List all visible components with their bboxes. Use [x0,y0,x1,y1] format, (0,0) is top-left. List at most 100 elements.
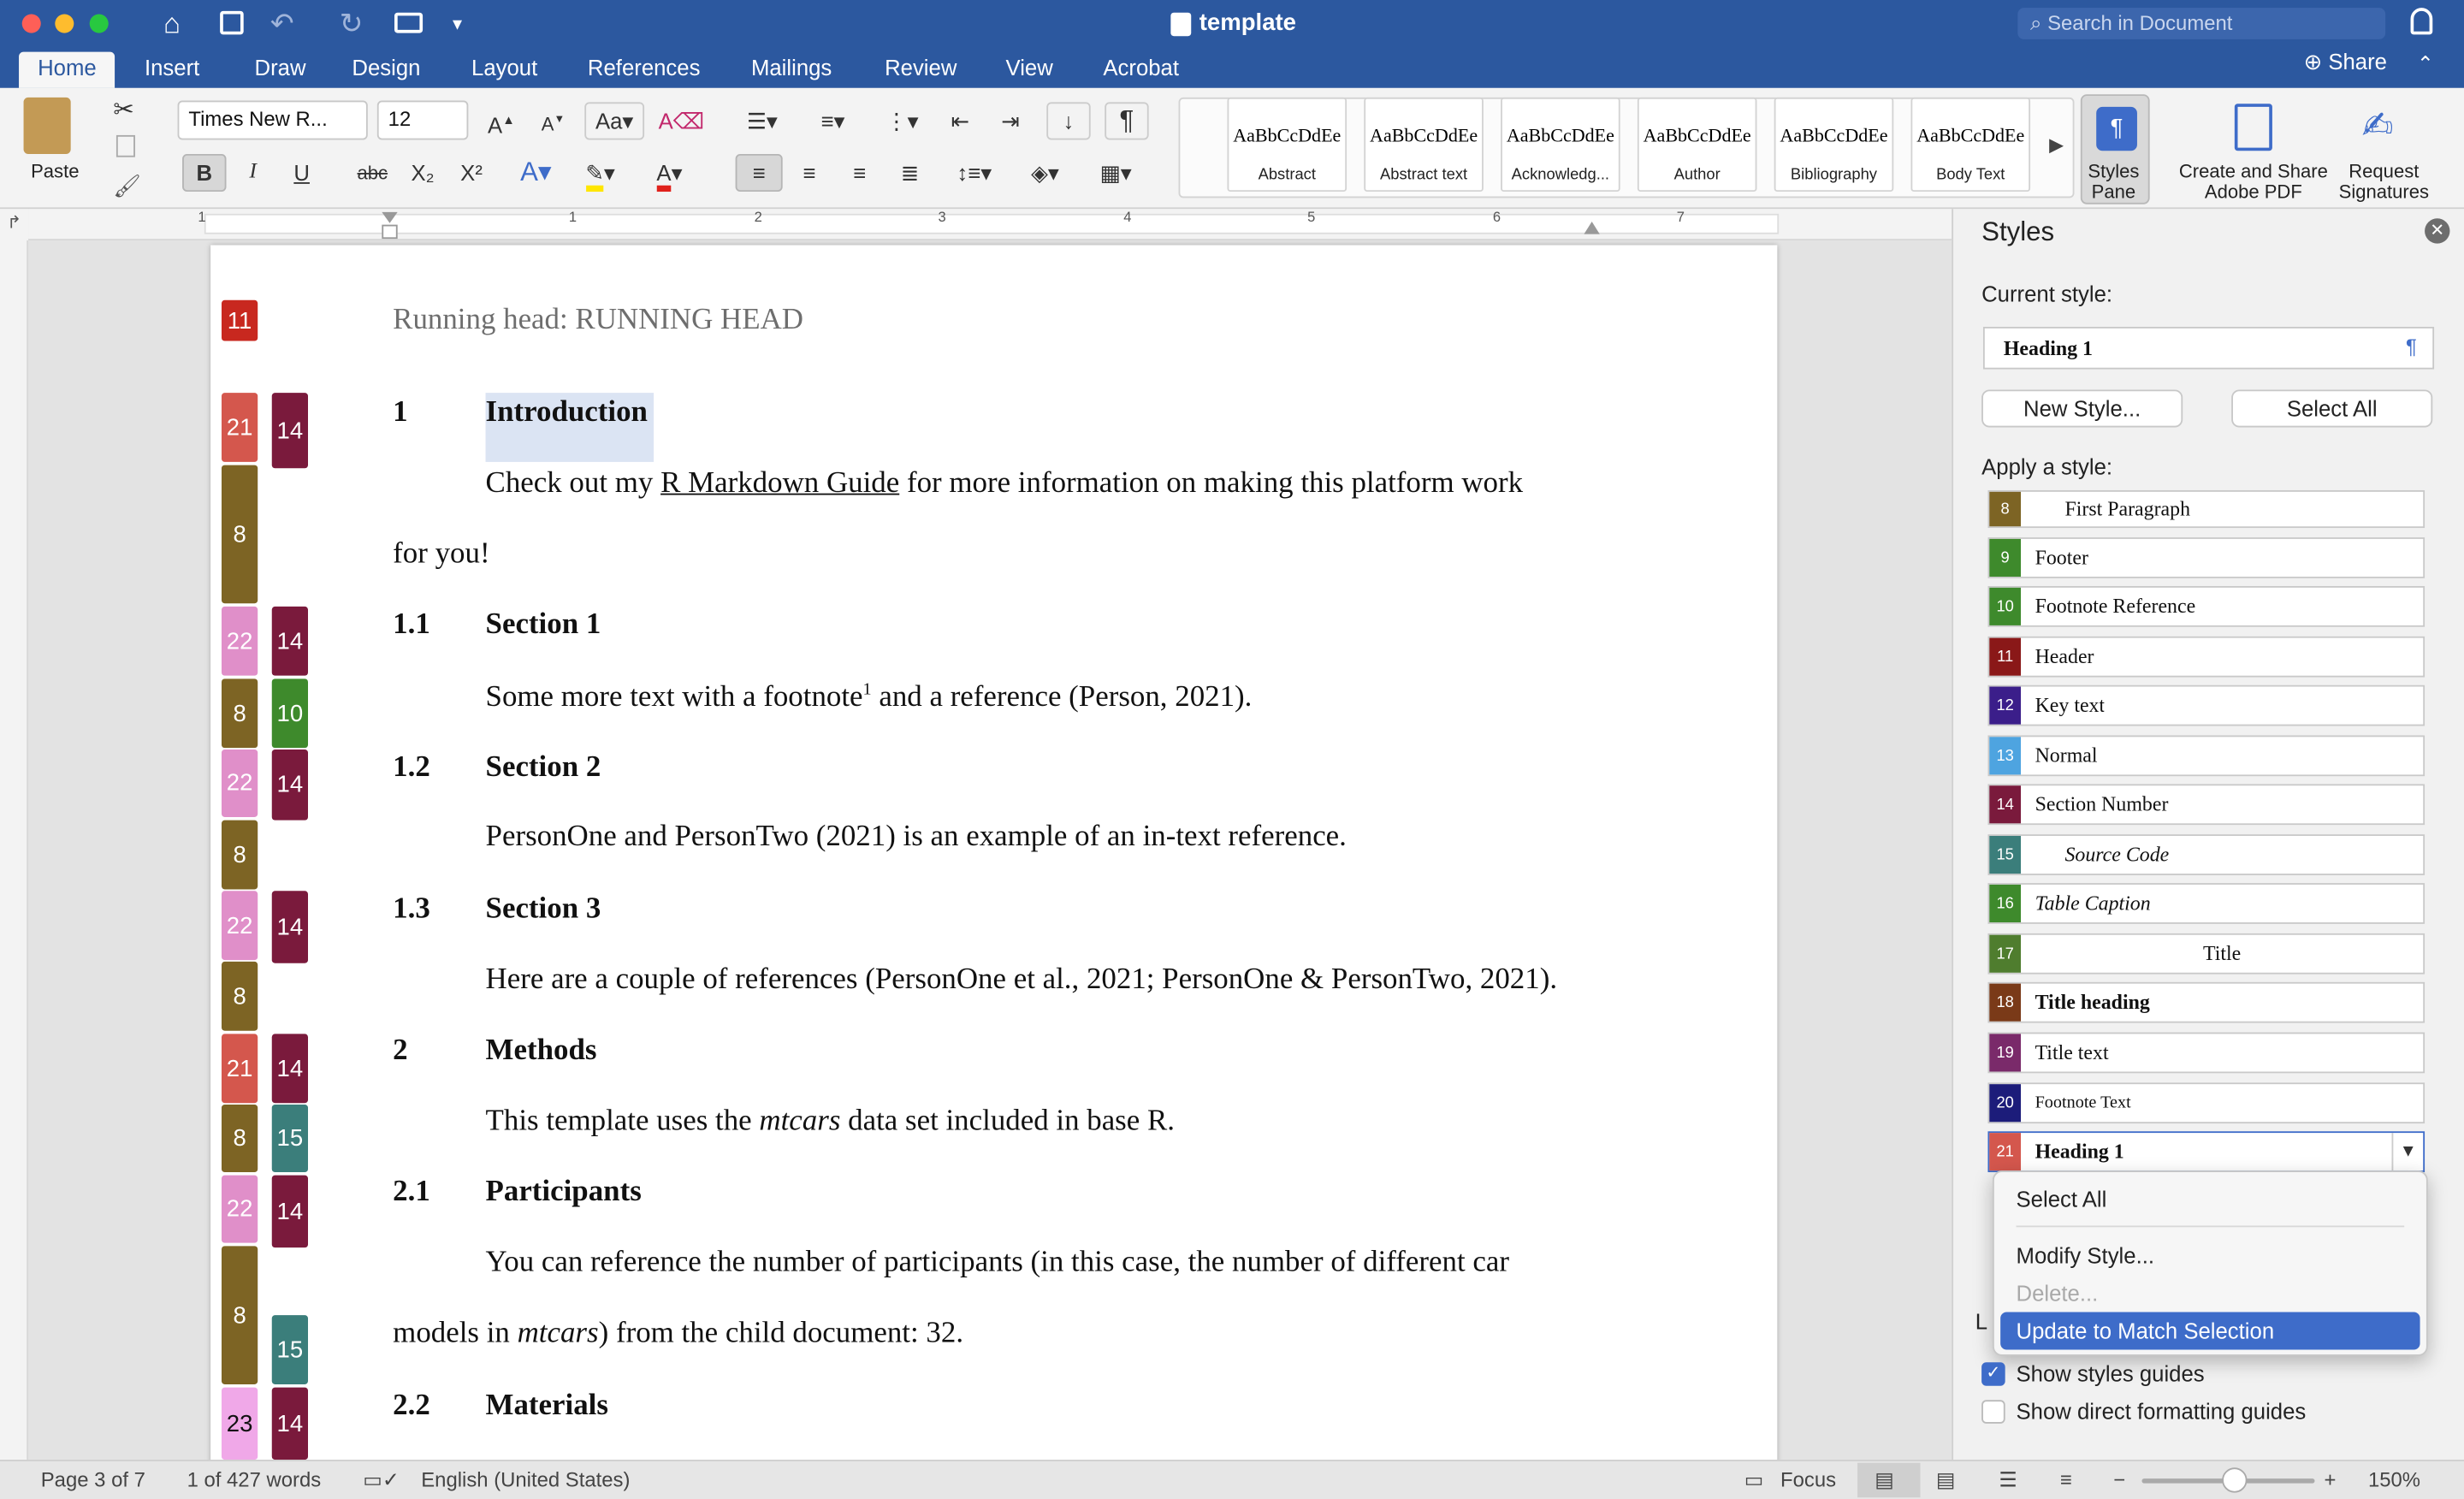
gallery-style-abstract-text[interactable]: AaBbCcDdEe Abstract text [1364,97,1484,193]
style-guide-badge[interactable]: 22 [221,1175,258,1243]
zoom-in-icon[interactable]: + [2325,1461,2337,1499]
tab-references[interactable]: References [569,52,720,88]
page-count[interactable]: Page 3 of 7 [41,1461,145,1499]
style-item-title[interactable]: 17 Title [1987,933,2426,975]
style-item-first-paragraph[interactable]: 8 First Paragraph [1987,489,2426,529]
gallery-next-icon[interactable]: ▶ [2049,133,2064,156]
style-guide-badge[interactable]: 8 [221,1105,258,1173]
language[interactable]: English (United States) [421,1461,630,1499]
style-item-table-caption[interactable]: 16 Table Caption [1987,883,2426,924]
shading-icon[interactable]: ◈▾ [1014,154,1076,192]
align-center-icon[interactable]: ≡ [785,154,832,192]
style-guide-badge[interactable]: 14 [271,891,308,963]
heading-section-3[interactable]: Section 3 [486,892,601,927]
align-right-icon[interactable]: ≡ [836,154,883,192]
style-item-heading-1[interactable]: 21 Heading 1 ▼ [1987,1131,2426,1173]
style-guide-badge[interactable]: 8 [221,678,258,749]
heading-section-1[interactable]: Section 1 [486,608,601,643]
underline-button[interactable]: U [280,154,323,192]
increase-indent-icon[interactable]: ⇥ [988,102,1032,139]
show-direct-formatting-checkbox[interactable] [1981,1400,2005,1424]
share-button[interactable]: ⊕ Share [2304,49,2387,75]
font-name-box[interactable]: Times New R... [177,100,368,140]
tab-view[interactable]: View [986,52,1071,88]
style-guide-badge[interactable]: 21 [221,393,258,462]
style-item-footnote-reference[interactable]: 10 Footnote Reference [1987,586,2426,627]
line-spacing-icon[interactable]: ↕≡▾ [943,154,1005,192]
style-item-key-text[interactable]: 12 Key text [1987,684,2426,726]
tab-layout[interactable]: Layout [453,52,556,88]
heading-methods[interactable]: Methods [486,1034,597,1068]
new-style-button[interactable]: New Style... [1981,389,2183,428]
zoom-slider-thumb[interactable] [2222,1467,2248,1493]
style-guide-badge[interactable]: 11 [221,299,258,341]
style-guide-badge[interactable]: 14 [271,1034,308,1104]
heading-participants[interactable]: Participants [486,1176,642,1210]
style-guide-badge[interactable]: 14 [271,750,308,821]
tab-stop-icon[interactable]: ↱ [0,209,29,240]
style-guide-badge[interactable]: 8 [221,820,258,890]
create-pdf-icon[interactable] [2234,104,2272,151]
gallery-style-body-text[interactable]: AaBbCcDdEe Body Text [1910,97,2031,193]
style-guide-badge[interactable]: 22 [221,891,258,961]
word-count[interactable]: 1 of 427 words [187,1461,322,1499]
borders-icon[interactable]: ▦▾ [1084,154,1146,192]
subscript-button[interactable]: X₂ [400,154,444,192]
focus-button[interactable]: Focus [1780,1461,1836,1499]
style-guide-badge[interactable]: 22 [221,606,258,676]
gallery-style-bibliography[interactable]: AaBbCcDdEe Bibliography [1774,97,1894,193]
account-icon[interactable] [2410,8,2433,35]
shrink-font-button[interactable]: A▼ [530,102,577,139]
zoom-out-icon[interactable]: − [2113,1461,2125,1499]
request-signature-icon[interactable]: ✍ [2362,104,2394,149]
paragraph[interactable]: Check out my R Markdown Guide for more i… [486,466,1524,501]
style-item-dropdown-icon[interactable]: ▼ [2391,1133,2424,1171]
align-left-icon[interactable]: ≡ [735,153,783,193]
paragraph[interactable]: You can reference the number of particip… [486,1246,1509,1280]
style-item-footnote-text[interactable]: 20 Footnote Text [1987,1082,2426,1124]
grow-font-button[interactable]: A▲ [477,102,524,139]
sort-icon[interactable]: ↓ [1046,102,1091,140]
style-guide-badge[interactable]: 10 [271,678,308,749]
style-guide-badge[interactable]: 21 [221,1034,258,1104]
paragraph[interactable]: models in mtcars) from the child documen… [393,1317,963,1351]
style-guide-badge[interactable]: 15 [271,1105,308,1173]
style-guide-badge[interactable]: 14 [271,606,308,676]
multilevel-list-icon[interactable]: ⋮▾ [874,102,930,139]
numbering-icon[interactable]: ≡▾ [802,102,864,139]
menu-modify-style[interactable]: Modify Style... [2017,1243,2154,1268]
paragraph[interactable]: PersonOne and PersonTwo (2021) is an exa… [486,821,1347,855]
left-indent-handle[interactable] [382,224,398,240]
first-line-indent-handle[interactable] [382,211,398,223]
font-size-box[interactable]: 12 [376,100,469,140]
style-guide-badge[interactable]: 14 [271,393,308,469]
web-layout-icon[interactable]: ▤ [1936,1461,1956,1499]
strikethrough-button[interactable]: abc [349,154,396,192]
outline-view-icon[interactable]: ☰ [1999,1461,2017,1499]
italic-button[interactable]: I [231,154,275,192]
style-guide-badge[interactable]: 15 [271,1315,308,1384]
cut-icon[interactable]: ✂ [113,94,134,126]
right-indent-handle[interactable] [1584,221,1600,234]
search-document-input[interactable]: ⌕ Search in Document [2017,8,2386,39]
paste-icon[interactable] [23,97,71,154]
collapse-ribbon-icon[interactable]: ⌃ [2417,52,2434,77]
horizontal-ruler[interactable]: 1 1 2 3 4 5 6 7 [28,209,1952,240]
justify-icon[interactable]: ≣ [886,154,933,192]
superscript-button[interactable]: X² [449,154,493,192]
change-case-button[interactable]: Aa▾ [584,102,645,140]
document-page[interactable] [210,245,1778,1487]
tab-home[interactable]: Home [19,51,116,88]
format-painter-icon[interactable]: 🖌 [113,173,141,199]
heading-introduction[interactable]: Introduction [486,396,648,430]
paragraph[interactable]: Some more text with a footnote1 and a re… [486,680,1253,715]
clear-formatting-icon[interactable]: A⌫ [657,102,705,139]
menu-update-to-match[interactable]: Update to Match Selection [2017,1318,2275,1343]
style-guide-badge[interactable]: 22 [221,750,258,817]
focus-icon[interactable]: ▭ [1744,1461,1764,1499]
paragraph[interactable]: Here are a couple of references (PersonO… [486,963,1558,998]
gallery-style-acknowledgments[interactable]: AaBbCcDdEe Acknowledg... [1501,97,1620,193]
style-item-title-text[interactable]: 19 Title text [1987,1032,2426,1074]
r-markdown-guide-link[interactable]: R Markdown Guide [660,466,899,500]
highlight-icon[interactable]: ✎▾ [569,154,631,193]
